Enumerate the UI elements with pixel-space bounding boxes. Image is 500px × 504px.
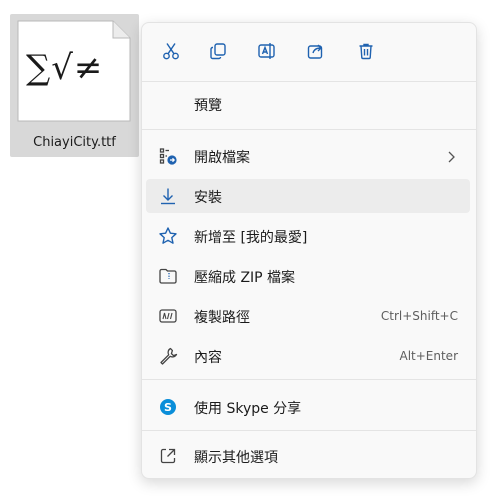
menu-item-add-favorites[interactable]: 新增至 [我的最愛] — [146, 219, 470, 253]
menu-divider — [142, 81, 476, 82]
menu-item-label: 預覽 — [194, 98, 222, 114]
menu-item-properties[interactable]: 內容 Alt+Enter — [146, 339, 470, 373]
file-name-label: ChiayiCity.ttf — [33, 135, 116, 150]
menu-item-label: 開啟檔案 — [194, 150, 250, 166]
share-button[interactable] — [302, 37, 330, 65]
font-thumbnail-glyphs: ∑√≠ — [26, 48, 104, 88]
cut-button[interactable] — [157, 37, 185, 65]
menu-item-label: 複製路徑 — [194, 310, 250, 326]
trash-icon — [359, 43, 373, 60]
external-link-icon — [158, 446, 178, 466]
chevron-right-icon — [446, 149, 456, 168]
menu-divider — [142, 430, 476, 431]
menu-item-label: 使用 Skype 分享 — [194, 401, 302, 417]
share-icon — [307, 44, 323, 59]
open-with-icon — [158, 146, 178, 166]
zip-folder-icon — [158, 266, 178, 286]
menu-item-copy-path[interactable]: 複製路徑 Ctrl+Shift+C — [146, 299, 470, 333]
menu-item-skype-share[interactable]: S 使用 Skype 分享 — [146, 390, 470, 424]
svg-text:S: S — [164, 401, 172, 414]
copy-icon — [210, 43, 226, 60]
menu-item-compress-zip[interactable]: 壓縮成 ZIP 檔案 — [146, 259, 470, 293]
selected-file-tile[interactable]: ∑√≠ ChiayiCity.ttf — [10, 14, 139, 157]
menu-item-label: 安裝 — [194, 190, 222, 206]
skype-icon: S — [158, 397, 178, 417]
copy-path-icon — [158, 306, 178, 326]
menu-item-more-options[interactable]: 顯示其他選項 — [146, 439, 470, 473]
menu-item-label: 新增至 [我的最愛] — [194, 230, 308, 246]
wrench-icon — [158, 346, 178, 366]
scissors-icon — [163, 43, 179, 60]
menu-item-label: 顯示其他選項 — [194, 450, 278, 466]
copy-button[interactable] — [204, 37, 232, 65]
rename-icon — [258, 43, 275, 59]
menu-item-open-with[interactable]: 開啟檔案 — [146, 139, 470, 173]
delete-button[interactable] — [352, 37, 380, 65]
menu-item-label: 壓縮成 ZIP 檔案 — [194, 270, 296, 286]
menu-item-install[interactable]: 安裝 — [146, 179, 470, 213]
shortcut-label: Ctrl+Shift+C — [380, 309, 458, 323]
shortcut-label: Alt+Enter — [399, 349, 458, 363]
menu-item-preview[interactable]: 預覽 — [146, 87, 470, 121]
download-icon — [158, 186, 178, 206]
menu-divider — [142, 379, 476, 380]
star-icon — [158, 226, 178, 246]
context-menu: 預覽 開啟檔案 安裝 新增至 [我的最愛] 壓縮成 ZIP 檔案 複製路徑 Ct… — [141, 22, 477, 479]
rename-button[interactable] — [253, 37, 281, 65]
quick-actions-bar — [142, 23, 476, 81]
menu-item-label: 內容 — [194, 350, 222, 366]
menu-divider — [142, 129, 476, 130]
